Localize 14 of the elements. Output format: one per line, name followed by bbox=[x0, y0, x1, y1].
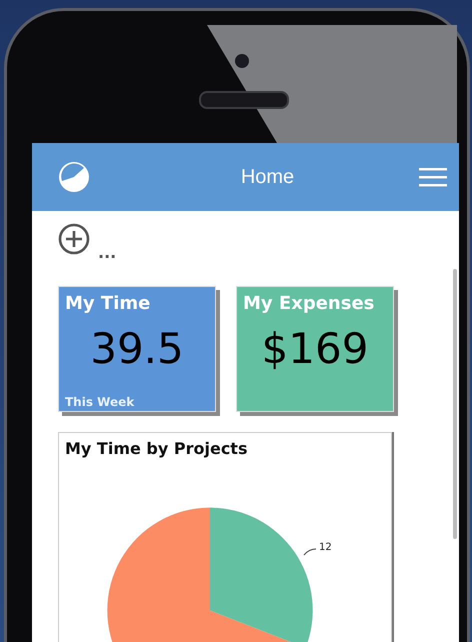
chart-title: My Time by Projects bbox=[65, 439, 248, 458]
tile-title: My Time bbox=[65, 293, 152, 314]
gauge-icon[interactable] bbox=[56, 159, 92, 195]
tile-value: 39.5 bbox=[89, 324, 185, 373]
menu-icon[interactable] bbox=[419, 167, 447, 187]
page-title: Home bbox=[240, 166, 296, 188]
add-icon[interactable] bbox=[58, 223, 90, 255]
tile-title: My Expenses bbox=[243, 293, 376, 314]
tile-caption: This Week bbox=[65, 395, 134, 409]
scrollbar[interactable] bbox=[453, 269, 457, 539]
more-button[interactable]: ... bbox=[98, 245, 116, 261]
leader-line bbox=[303, 548, 317, 556]
slice-label: 12 bbox=[319, 542, 332, 553]
tile-value: $169 bbox=[260, 324, 370, 373]
